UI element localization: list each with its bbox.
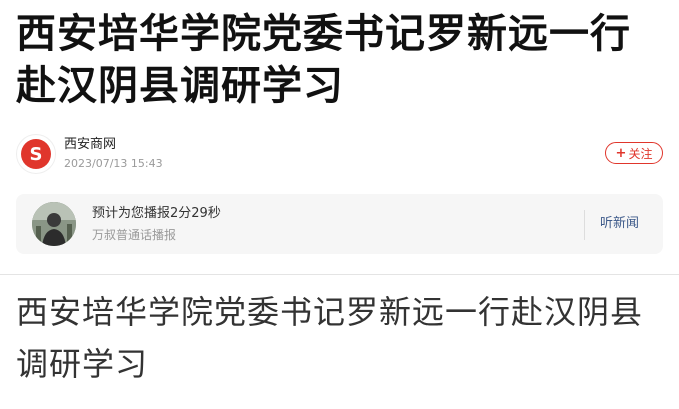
logo-letter: S (30, 144, 43, 165)
source-name[interactable]: 西安商网 (64, 136, 116, 154)
follow-button[interactable]: + 关注 (605, 142, 663, 164)
narrator-avatar-icon (32, 202, 76, 246)
publish-time: 2023/07/13 15:43 (64, 157, 163, 170)
author-row: S 西安商网 2023/07/13 15:43 + 关注 (16, 134, 663, 176)
follow-label: 关注 (628, 146, 653, 161)
section-divider (0, 274, 679, 275)
audio-duration-text: 预计为您播报2分29秒 (92, 206, 221, 221)
audio-divider (584, 210, 585, 240)
listen-news-button[interactable]: 听新闻 (600, 214, 639, 234)
article-headline: 西安培华学院党委书记罗新远一行赴汉阴县调研学习 (16, 11, 631, 109)
audio-voice-text: 万叔普通话播报 (92, 228, 177, 242)
plus-icon: + (615, 145, 627, 161)
body-title: 西安培华学院党委书记罗新远一行赴汉阴县调研学习 (16, 293, 644, 383)
audio-broadcast-card[interactable]: 预计为您播报2分29秒 万叔普通话播报 听新闻 (16, 194, 663, 254)
red-s-logo-icon[interactable]: S (16, 134, 56, 174)
